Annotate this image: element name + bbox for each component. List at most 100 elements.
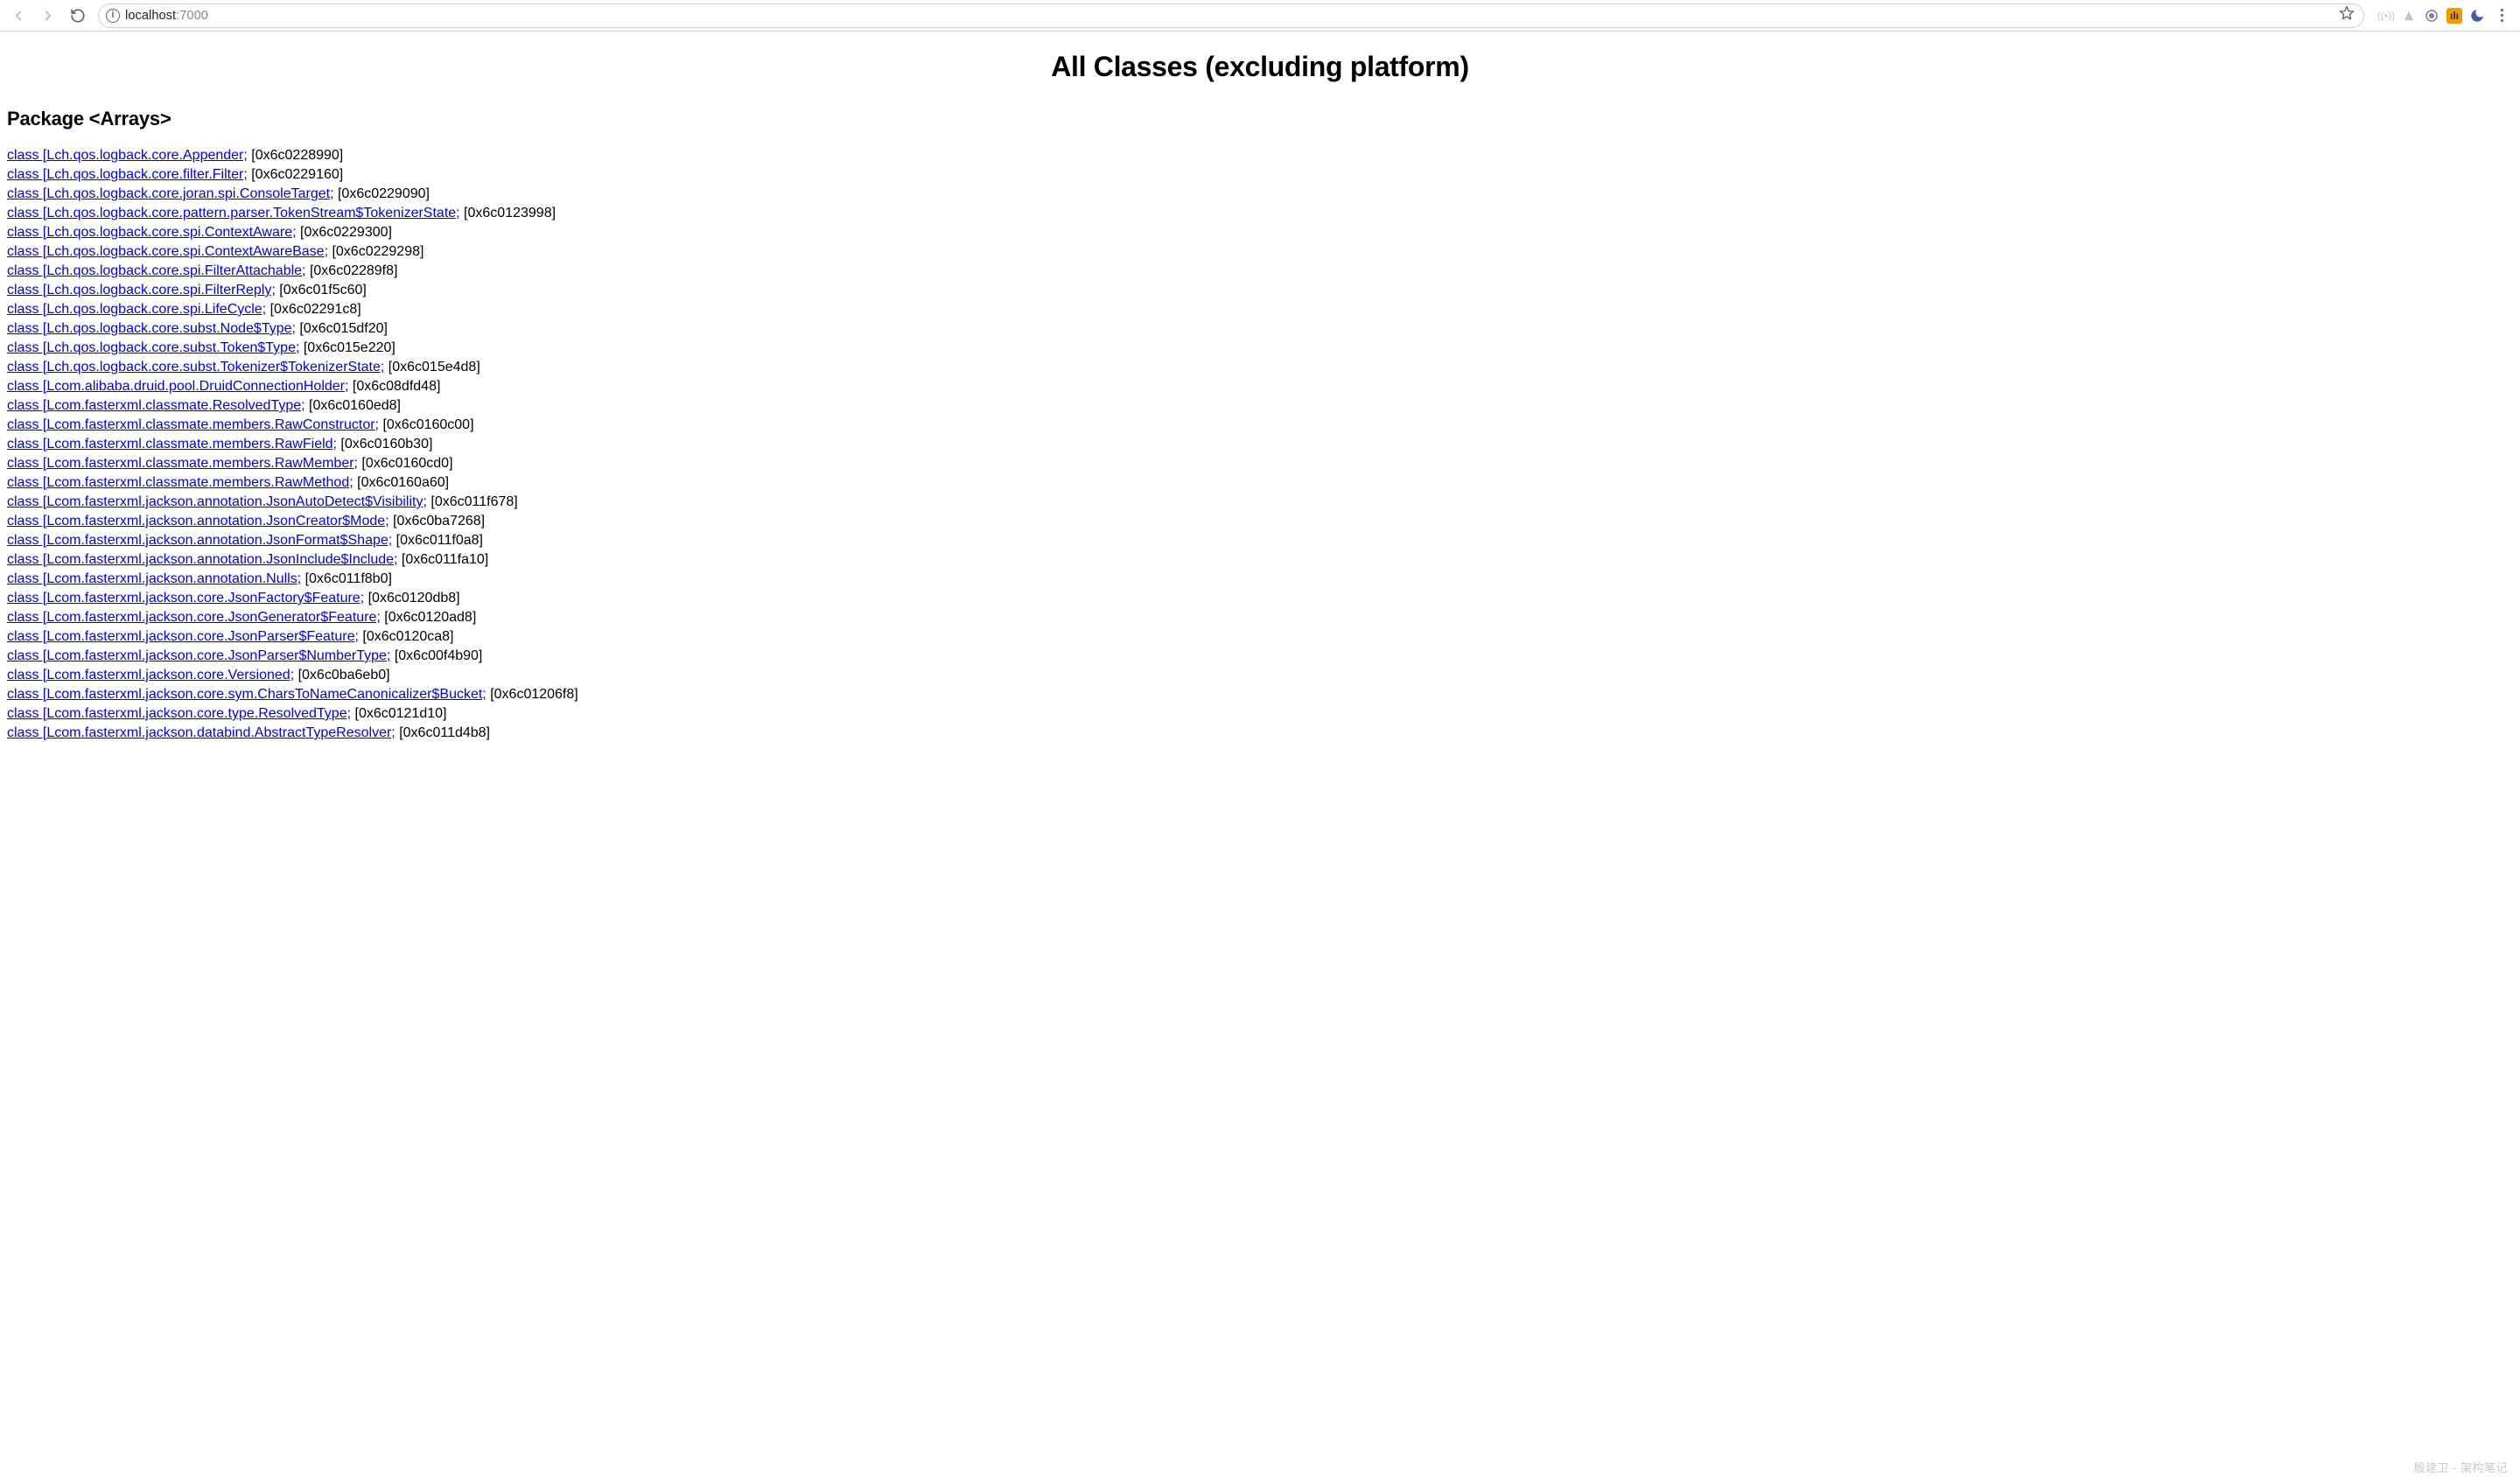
- extension-icon-4[interactable]: ılı: [2446, 8, 2462, 24]
- class-address: [0x6c0ba7268]: [389, 514, 485, 528]
- class-line: class [Lcom.fasterxml.jackson.core.JsonP…: [7, 647, 2513, 666]
- class-line: class [Lcom.alibaba.druid.pool.DruidConn…: [7, 377, 2513, 396]
- class-link[interactable]: class [Lcom.fasterxml.jackson.core.type.…: [7, 706, 351, 721]
- page-title: All Classes (excluding platform): [7, 51, 2513, 83]
- class-address: [0x6c0120db8]: [364, 591, 459, 606]
- class-line: class [Lch.qos.logback.core.spi.FilterAt…: [7, 262, 2513, 281]
- class-address: [0x6c0229300]: [297, 225, 392, 240]
- address-bar[interactable]: i localhost:7000: [98, 4, 2364, 28]
- class-line: class [Lcom.fasterxml.classmate.members.…: [7, 454, 2513, 473]
- class-line: class [Lcom.fasterxml.classmate.members.…: [7, 416, 2513, 435]
- class-line: class [Lcom.fasterxml.jackson.core.type.…: [7, 704, 2513, 724]
- class-address: [0x6c0160a60]: [354, 475, 449, 490]
- class-link[interactable]: class [Lcom.fasterxml.jackson.annotation…: [7, 571, 301, 586]
- class-link[interactable]: class [Lcom.alibaba.druid.pool.DruidConn…: [7, 379, 348, 394]
- class-address: [0x6c0229160]: [248, 167, 343, 182]
- class-address: [0x6c02289f8]: [306, 263, 398, 278]
- browser-menu-button[interactable]: [2492, 9, 2511, 22]
- extension-icon-2[interactable]: [2401, 8, 2417, 24]
- class-link[interactable]: class [Lch.qos.logback.core.Appender;: [7, 148, 248, 163]
- class-line: class [Lcom.fasterxml.jackson.annotation…: [7, 493, 2513, 512]
- class-address: [0x6c0121d10]: [351, 706, 446, 721]
- class-line: class [Lch.qos.logback.core.spi.LifeCycl…: [7, 300, 2513, 319]
- class-link[interactable]: class [Lcom.fasterxml.jackson.annotation…: [7, 533, 392, 548]
- class-link[interactable]: class [Lcom.fasterxml.classmate.members.…: [7, 437, 337, 452]
- class-address: [0x6c0160cd0]: [358, 456, 453, 471]
- class-address: [0x6c0160c00]: [379, 417, 474, 432]
- back-button[interactable]: [5, 3, 32, 29]
- class-address: [0x6c011f8b0]: [301, 571, 392, 586]
- class-link[interactable]: class [Lcom.fasterxml.classmate.members.…: [7, 475, 354, 490]
- browser-toolbar: i localhost:7000 ((•)) ılı: [0, 0, 2520, 32]
- class-link[interactable]: class [Lcom.fasterxml.jackson.annotation…: [7, 514, 389, 528]
- reload-button[interactable]: [65, 3, 91, 29]
- class-link[interactable]: class [Lcom.fasterxml.jackson.core.Versi…: [7, 668, 294, 682]
- class-line: class [Lcom.fasterxml.jackson.annotation…: [7, 531, 2513, 550]
- class-address: [0x6c0ba6eb0]: [294, 668, 389, 682]
- class-address: [0x6c015e220]: [299, 340, 395, 355]
- class-address: [0x6c0160ed8]: [305, 398, 401, 413]
- forward-button[interactable]: [35, 3, 61, 29]
- class-link[interactable]: class [Lch.qos.logback.core.spi.FilterRe…: [7, 283, 276, 298]
- class-link[interactable]: class [Lch.qos.logback.core.subst.Tokeni…: [7, 360, 384, 374]
- class-link[interactable]: class [Lcom.fasterxml.jackson.core.JsonP…: [7, 629, 359, 644]
- watermark-text: 殷建卫 - 架构笔记: [2413, 1459, 2508, 1475]
- class-link[interactable]: class [Lch.qos.logback.core.joran.spi.Co…: [7, 186, 334, 201]
- class-link[interactable]: class [Lch.qos.logback.core.spi.LifeCycl…: [7, 302, 266, 317]
- class-line: class [Lcom.fasterxml.jackson.databind.A…: [7, 724, 2513, 743]
- class-address: [0x6c0120ca8]: [359, 629, 454, 644]
- class-link[interactable]: class [Lch.qos.logback.core.pattern.pars…: [7, 206, 460, 220]
- class-link[interactable]: class [Lch.qos.logback.core.spi.ContextA…: [7, 244, 328, 259]
- class-link[interactable]: class [Lch.qos.logback.core.subst.Node$T…: [7, 321, 296, 336]
- extension-icon-5[interactable]: [2469, 8, 2485, 24]
- class-line: class [Lcom.fasterxml.jackson.annotation…: [7, 550, 2513, 570]
- class-address: [0x6c01206f8]: [486, 687, 578, 702]
- class-address: [0x6c08dfd48]: [348, 379, 440, 394]
- class-address: [0x6c011d4b8]: [396, 725, 490, 740]
- class-address: [0x6c0229298]: [328, 244, 424, 259]
- class-address: [0x6c015e4d8]: [384, 360, 480, 374]
- class-link[interactable]: class [Lcom.fasterxml.jackson.annotation…: [7, 494, 427, 509]
- class-address: [0x6c011f0a8]: [392, 533, 483, 548]
- class-link[interactable]: class [Lcom.fasterxml.classmate.members.…: [7, 417, 379, 432]
- class-link[interactable]: class [Lcom.fasterxml.jackson.core.JsonF…: [7, 591, 364, 606]
- class-link[interactable]: class [Lcom.fasterxml.jackson.core.sym.C…: [7, 687, 486, 702]
- class-link[interactable]: class [Lcom.fasterxml.classmate.members.…: [7, 456, 358, 471]
- class-address: [0x6c0228990]: [248, 148, 343, 163]
- class-link[interactable]: class [Lcom.fasterxml.classmate.Resolved…: [7, 398, 305, 413]
- extension-icons: ((•)) ılı: [2371, 8, 2515, 24]
- class-line: class [Lch.qos.logback.core.subst.Node$T…: [7, 319, 2513, 339]
- class-line: class [Lch.qos.logback.core.spi.ContextA…: [7, 242, 2513, 262]
- class-line: class [Lcom.fasterxml.jackson.core.JsonF…: [7, 589, 2513, 608]
- bookmark-star-icon[interactable]: [2339, 5, 2355, 25]
- class-line: class [Lch.qos.logback.core.filter.Filte…: [7, 165, 2513, 185]
- class-list: class [Lch.qos.logback.core.Appender; [0…: [7, 146, 2513, 743]
- section-title: Package <Arrays>: [7, 108, 2513, 130]
- class-line: class [Lcom.fasterxml.jackson.core.Versi…: [7, 666, 2513, 685]
- class-line: class [Lcom.fasterxml.jackson.core.JsonG…: [7, 608, 2513, 627]
- class-line: class [Lcom.fasterxml.classmate.members.…: [7, 435, 2513, 454]
- class-line: class [Lcom.fasterxml.jackson.annotation…: [7, 570, 2513, 589]
- class-address: [0x6c02291c8]: [266, 302, 361, 317]
- page-content: All Classes (excluding platform) Package…: [0, 32, 2520, 1484]
- site-info-icon[interactable]: i: [106, 9, 120, 23]
- class-link[interactable]: class [Lcom.fasterxml.jackson.core.JsonG…: [7, 610, 381, 625]
- class-address: [0x6c0160b30]: [337, 437, 432, 452]
- url-text: localhost:7000: [125, 9, 2334, 23]
- class-link[interactable]: class [Lch.qos.logback.core.spi.ContextA…: [7, 225, 297, 240]
- class-address: [0x6c0229090]: [334, 186, 430, 201]
- class-line: class [Lch.qos.logback.core.spi.FilterRe…: [7, 281, 2513, 300]
- class-link[interactable]: class [Lcom.fasterxml.jackson.core.JsonP…: [7, 648, 390, 663]
- class-line: class [Lcom.fasterxml.classmate.Resolved…: [7, 396, 2513, 416]
- class-line: class [Lch.qos.logback.core.Appender; [0…: [7, 146, 2513, 165]
- class-line: class [Lch.qos.logback.core.pattern.pars…: [7, 204, 2513, 223]
- extension-icon-3[interactable]: [2424, 8, 2440, 24]
- class-link[interactable]: class [Lch.qos.logback.core.subst.Token$…: [7, 340, 299, 355]
- class-link[interactable]: class [Lch.qos.logback.core.spi.FilterAt…: [7, 263, 306, 278]
- class-line: class [Lcom.fasterxml.classmate.members.…: [7, 473, 2513, 493]
- class-link[interactable]: class [Lch.qos.logback.core.filter.Filte…: [7, 167, 248, 182]
- class-address: [0x6c00f4b90]: [390, 648, 482, 663]
- class-link[interactable]: class [Lcom.fasterxml.jackson.annotation…: [7, 552, 397, 567]
- class-link[interactable]: class [Lcom.fasterxml.jackson.databind.A…: [7, 725, 396, 740]
- extension-icon-1[interactable]: ((•)): [2378, 8, 2394, 24]
